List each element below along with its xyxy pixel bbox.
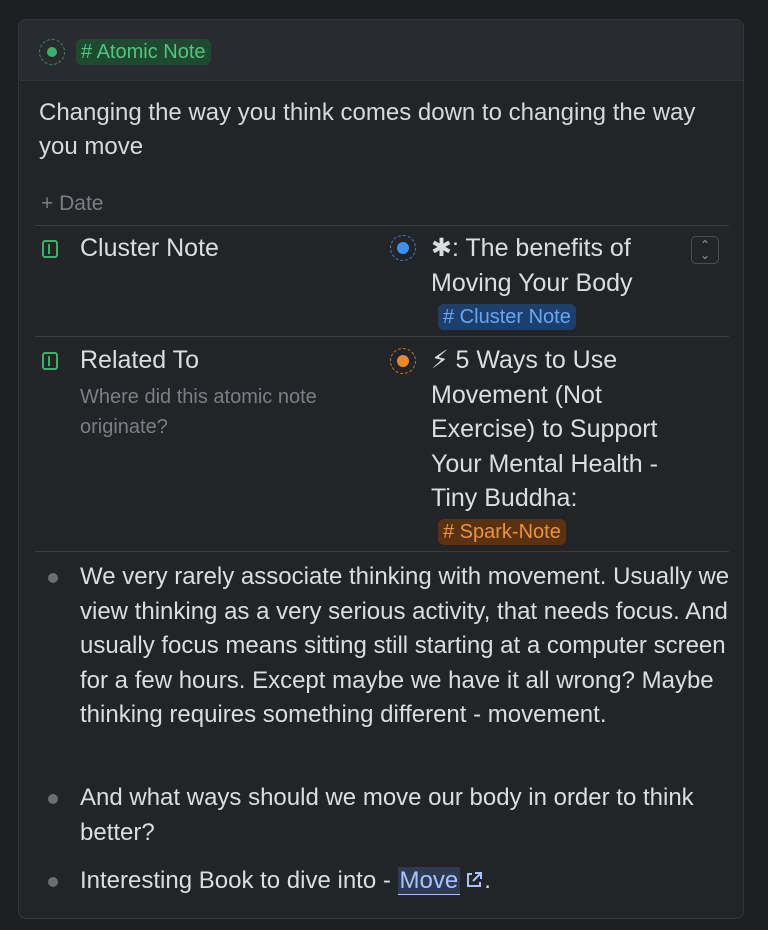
note-header: # Atomic Note (19, 20, 743, 81)
property-value-related-to[interactable]: ⚡ 5 Ways to Use Movement (Not Exercise) … (431, 343, 691, 516)
related-to-link-text[interactable]: 5 Ways to Use Movement (Not Exercise) to… (431, 346, 658, 512)
move-book-link[interactable]: Move (397, 867, 461, 895)
add-date-property-button[interactable]: + Date (41, 192, 103, 216)
book-text-suffix: . (484, 867, 491, 894)
spark-note-tag[interactable]: # Spark-Note (438, 519, 566, 545)
book-text-prefix: Interesting Book to dive into - (80, 867, 398, 894)
note-type-tag[interactable]: # Atomic Note (76, 39, 211, 65)
asterisk-icon: ✱ (431, 234, 452, 262)
bullet-icon (48, 573, 58, 583)
bullet-icon (48, 794, 58, 804)
list-item[interactable]: Interesting Book to dive into - Move. (80, 864, 730, 899)
stepper-chevrons-icon[interactable]: ⌃ ⌄ (691, 236, 719, 264)
lightning-icon: ⚡ (431, 346, 449, 374)
note-title[interactable]: Changing the way you think comes down to… (39, 96, 729, 164)
spark-note-status-icon (390, 348, 416, 374)
bullet-icon (48, 877, 58, 887)
property-name-related-to[interactable]: Related To (80, 346, 199, 375)
note-card: # Atomic Note Changing the way you think… (18, 19, 744, 919)
divider (35, 551, 729, 552)
list-item[interactable]: And what ways should we move our body in… (80, 781, 730, 850)
divider (35, 336, 729, 337)
text-property-icon (42, 240, 58, 258)
external-link-icon[interactable] (464, 870, 484, 890)
property-value-cluster-note[interactable]: ✱: The benefits of Moving Your Body (431, 231, 691, 300)
cluster-note-status-icon (390, 235, 416, 261)
cluster-note-link-text[interactable]: : The benefits of Moving Your Body (431, 234, 633, 297)
property-name-cluster-note[interactable]: Cluster Note (80, 234, 219, 263)
list-item[interactable]: We very rarely associate thinking with m… (80, 560, 730, 733)
note-type-dot-icon[interactable] (39, 39, 65, 65)
divider (35, 225, 729, 226)
property-description-related-to: Where did this atomic note originate? (80, 386, 317, 438)
text-property-icon (42, 352, 58, 370)
cluster-note-tag[interactable]: # Cluster Note (438, 304, 576, 330)
